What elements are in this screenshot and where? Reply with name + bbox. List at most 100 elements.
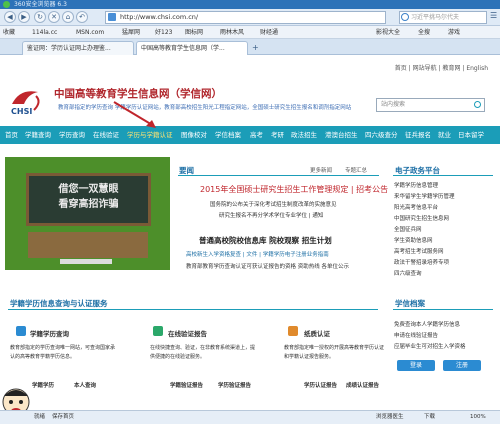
nav-gaokao[interactable]: 高考 [250,126,263,144]
egov-item[interactable]: 政法干警招录培养专项 [394,258,455,269]
top-link-edu[interactable]: 教育网 [442,65,460,72]
egov-item[interactable]: 中国研究生招生信息网 [394,214,455,225]
top-link-home[interactable]: 首页 [395,65,407,72]
nav-photo[interactable]: 图像校对 [181,126,207,144]
banner-dots[interactable] [60,259,112,264]
nav-zhengfa[interactable]: 政法招生 [291,126,317,144]
site-search-icon[interactable] [474,101,481,108]
news-item[interactable]: 研究生报名不再分学术学位专业学位 | 通知 [219,211,323,219]
main-nav: 首页 学籍查询 学历查询 在线验证 学历与学籍认证 图像校对 学信档案 高考 考… [0,126,500,144]
tab-chsi-home[interactable]: 中国高等教育学生信息网（学... [136,41,248,55]
paper-cert-icon [288,326,298,336]
nav-home[interactable]: 首页 [5,126,18,144]
nav-archive[interactable]: 学信档案 [215,126,241,144]
egov-item[interactable]: 四六级查询 [394,269,455,280]
site-top-links: 首页 | 网站导航 | 教育网 | English [394,65,488,72]
card-title[interactable]: 纸质认证 [304,328,330,338]
news-headline-2[interactable]: 普通高校院校信息库 院校观察 招生计划 [199,235,332,246]
nav-japan[interactable]: 日本留学 [458,126,484,144]
fav-link[interactable]: 好123 [155,26,172,39]
nav-zhengbing[interactable]: 征兵报名 [405,126,431,144]
forward-icon[interactable]: ▶ [18,11,30,23]
refresh-icon[interactable]: ↻ [34,11,46,23]
egov-item[interactable]: 全国征兵网 [394,225,455,236]
card-title[interactable]: 学籍学历查询 [30,328,69,338]
banner-line-1: 借您一双慧眼 [58,184,119,195]
sub-link[interactable]: 成绩认证报告 [346,381,379,389]
browser-logo-icon [3,1,10,8]
site-subtitle: 教育部指定的学历查询 学籍学历认证网站，教育部高校招生阳光工程指定网站，全国硕士… [58,105,352,111]
back-icon[interactable]: ◀ [4,11,16,23]
status-zoom[interactable]: 100% [470,411,486,424]
sub-link[interactable]: 本人查询 [74,381,96,389]
status-home[interactable]: 保存首页 [52,411,74,424]
news-item[interactable]: 教育部教育学历查询认证可获认证报告的资格 资助热线 各单位公示 [186,262,381,270]
fav-link[interactable]: 雨林木风 [220,26,244,39]
banner-line-2: 看穿高招诈骗 [58,199,119,210]
status-bar: 就绪 保存首页 浏览器医生 下载 100% [0,410,500,424]
stop-icon[interactable]: ✕ [48,11,60,23]
page-icon [108,13,116,21]
restore-tab-icon[interactable]: ↶ [76,11,88,23]
fav-link[interactable]: MSN.com [76,26,104,39]
special-link[interactable]: 专题汇总 [345,166,367,174]
sub-link[interactable]: 学历认证报告 [304,381,337,389]
login-button[interactable]: 登录 [397,360,435,371]
browser-search-input[interactable]: 习近平挑马尔代夫 [399,11,487,24]
annotation-arrow-icon [113,101,156,128]
chsi-logo-text: CHSI [11,107,33,116]
archive-desc: 应届毕业生可对招生入学资格 [394,344,466,350]
nav-gat[interactable]: 港澳台招生 [325,126,358,144]
egov-item[interactable]: 学籍学历信息管理 [394,181,455,192]
xueli-query-icon [16,326,26,336]
archive-divider [393,309,493,310]
browser-title-bar: 360安全浏览器 6.3 [0,0,500,9]
register-button[interactable]: 注册 [443,360,481,371]
nav-xueji[interactable]: 学籍查询 [25,126,51,144]
egov-item[interactable]: 阳光高考信息平台 [394,203,455,214]
fav-link[interactable]: 114la.cc [32,26,57,39]
top-link-sitemap[interactable]: 网站导航 [413,65,437,72]
news-more-link[interactable]: 更多新闻 [310,166,332,174]
address-bar[interactable]: http://www.chsi.com.cn/ [105,11,386,24]
favorites-bar: 收藏 114la.cc MSN.com 猛犀网 好123 图标网 雨林木风 财经… [0,26,500,39]
archive-title: 学信档案 [395,299,425,308]
status-doctor[interactable]: 浏览器医生 [376,411,404,424]
top-link-english[interactable]: English [466,65,488,72]
nav-cet[interactable]: 四六级查分 [365,126,398,144]
sub-link[interactable]: 学籍验证报告 [170,381,203,389]
nav-kaoyan[interactable]: 考研 [271,126,284,144]
nav-jiuye[interactable]: 就业 [438,126,451,144]
sub-link[interactable]: 学历验证报告 [218,381,251,389]
tool-link[interactable]: 影视大全 [376,26,400,39]
new-tab-icon[interactable]: + [252,43,259,52]
egov-divider [393,175,493,176]
tab-chsi-verify[interactable]: 鉴证网：学历认证网上办理鉴... [22,41,134,55]
home-icon[interactable]: ⌂ [62,11,74,23]
search-icon[interactable] [401,13,409,21]
menu-icon[interactable]: ☰ [490,11,497,20]
egov-item[interactable]: 来华留学生学籍学历管理 [394,192,455,203]
service-divider [8,309,378,310]
card-desc: 在线快捷查询、验证，在非教育系统渠道上，提供便捷的在线验证服务。 [150,345,256,360]
tool-link[interactable]: 游戏 [448,26,460,39]
status-download[interactable]: 下载 [424,411,435,424]
egov-item[interactable]: 学生资助信息网 [394,236,455,247]
card-title[interactable]: 在线验证报告 [168,328,207,338]
site-search-input[interactable]: 站内搜索 [376,98,485,112]
news-item[interactable]: 国务院的公布关于深化考试招生制度改革的实施意见 [210,200,337,208]
egov-list: 学籍学历信息管理 来华留学生学籍学历管理 阳光高考信息平台 中国研究生招生信息网… [394,181,455,280]
fav-link[interactable]: 财经通 [260,26,278,39]
sub-link[interactable]: 学籍学历 [32,381,54,389]
news-divider [178,175,379,176]
card-desc: 教育部指定的学历查询唯一网站，可查询国家承认的高等教育学籍学历信息。 [10,345,116,360]
fav-link[interactable]: 猛犀网 [122,26,140,39]
fav-link[interactable]: 图标网 [185,26,203,39]
archive-desc: 免费查询本人学籍学历信息 [394,322,461,328]
news-item[interactable]: 高校新生入学资格复查 | 文件 | 学籍学历电子注册业务指南 [186,250,329,258]
nav-xueli[interactable]: 学历查询 [59,126,85,144]
tool-link[interactable]: 全搜 [418,26,430,39]
favorites-button[interactable]: 收藏 [3,26,15,39]
news-headline[interactable]: 2015年全国硕士研究生招生工作管理规定 | 招考公告 [200,184,388,195]
egov-item[interactable]: 高考招生考试服务网 [394,247,455,258]
